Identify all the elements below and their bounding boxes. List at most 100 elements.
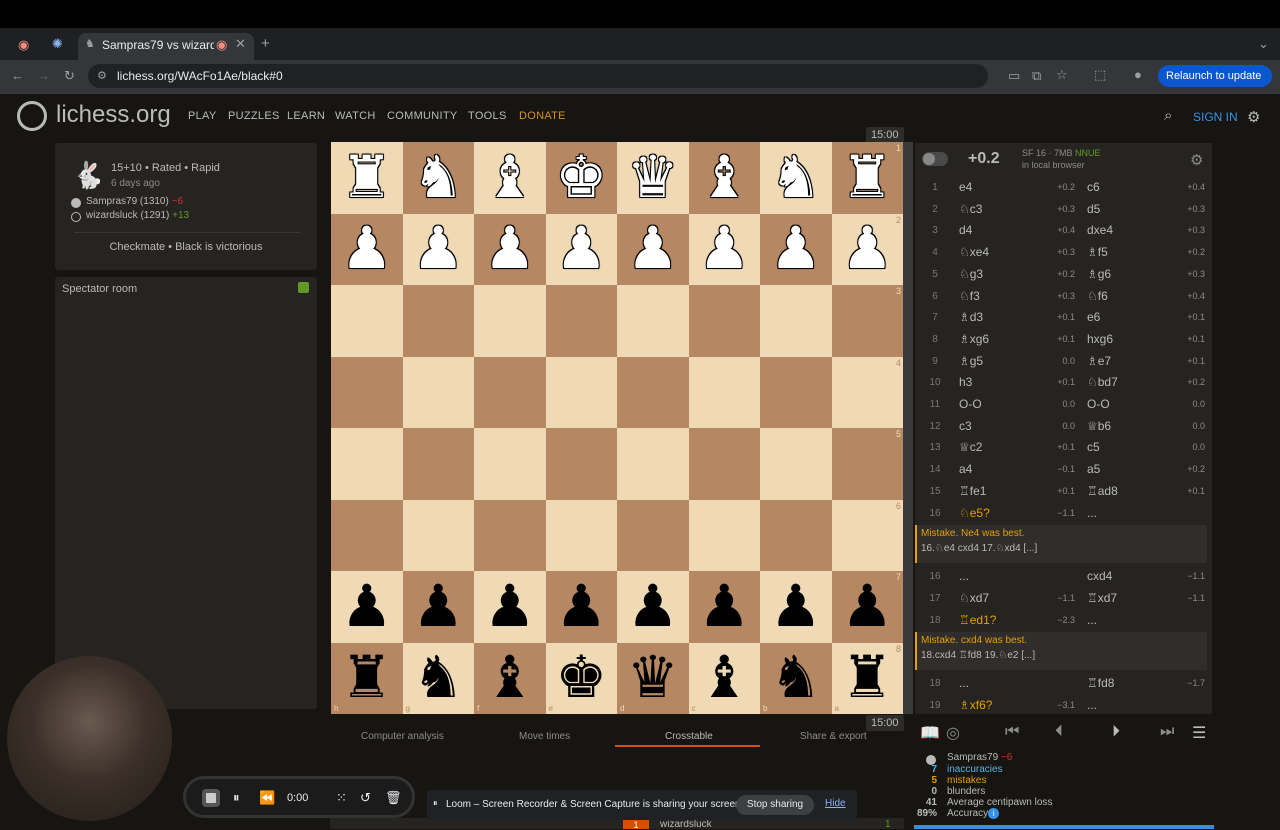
black-piece[interactable]: ♜ bbox=[341, 649, 393, 707]
black-move[interactable]: dxe4 bbox=[1087, 223, 1113, 237]
engine-settings-gear-icon[interactable]: ⚙ bbox=[1190, 151, 1203, 169]
board-square[interactable] bbox=[545, 356, 617, 428]
board-square[interactable] bbox=[331, 428, 403, 500]
info-icon[interactable]: i bbox=[988, 808, 999, 819]
white-move[interactable]: h3 bbox=[959, 375, 972, 389]
board-square[interactable] bbox=[474, 285, 546, 357]
practice-target-icon[interactable]: ◎ bbox=[946, 723, 960, 743]
white-move[interactable]: O-O bbox=[959, 397, 982, 411]
nav-donate[interactable]: DONATE bbox=[519, 110, 566, 122]
trash-icon[interactable]: 🗑 bbox=[385, 790, 402, 806]
white-move[interactable]: ♖ed1? bbox=[959, 613, 996, 627]
white-piece[interactable]: ♟ bbox=[555, 220, 607, 278]
board-square[interactable] bbox=[402, 356, 474, 428]
board-square[interactable] bbox=[688, 499, 760, 571]
board-square[interactable]: ♛ bbox=[617, 142, 689, 214]
last-move-icon[interactable]: ⏭ bbox=[1160, 723, 1174, 741]
search-icon[interactable]: ⌕ bbox=[1164, 107, 1172, 124]
sign-in-link[interactable]: SIGN IN bbox=[1193, 110, 1238, 124]
board-square[interactable] bbox=[545, 499, 617, 571]
forward-icon[interactable]: → bbox=[37, 68, 50, 83]
nav-watch[interactable]: WATCH bbox=[335, 110, 376, 122]
white-piece[interactable]: ♟ bbox=[627, 220, 679, 278]
black-piece[interactable]: ♝ bbox=[698, 649, 750, 707]
board-square[interactable] bbox=[688, 285, 760, 357]
white-piece[interactable]: ♞ bbox=[412, 148, 464, 207]
site-logo[interactable]: lichess.org bbox=[56, 101, 171, 129]
black-move[interactable]: ♗e7 bbox=[1087, 354, 1111, 368]
black-move[interactable]: hxg6 bbox=[1087, 332, 1113, 346]
black-move[interactable]: O-O bbox=[1087, 397, 1110, 411]
black-move[interactable]: ♘bd7 bbox=[1087, 375, 1118, 389]
stop-sharing-button[interactable]: Stop sharing bbox=[736, 795, 814, 815]
black-piece[interactable]: ♜ bbox=[841, 649, 893, 707]
board-square[interactable]: ♟ bbox=[331, 213, 403, 285]
white-move[interactable]: ♖fe1 bbox=[959, 484, 986, 498]
white-player-name[interactable]: Sampras79 bbox=[86, 196, 137, 207]
pause-icon[interactable]: ⏸ bbox=[233, 790, 240, 806]
site-info-icon[interactable]: ⚙ bbox=[97, 69, 107, 82]
bookmark-star-icon[interactable]: ☆ bbox=[1056, 67, 1068, 83]
next-move-icon[interactable]: ⏵ bbox=[1112, 723, 1120, 741]
board-square[interactable]: ♛ d bbox=[617, 642, 689, 714]
black-move[interactable]: c5 bbox=[1087, 440, 1100, 454]
black-piece[interactable]: ♚ bbox=[555, 649, 607, 707]
install-app-icon[interactable]: ⧉ bbox=[1032, 68, 1041, 84]
tab-computer-analysis[interactable]: Computer analysis bbox=[361, 731, 444, 742]
board-square[interactable]: ♟ 7 bbox=[831, 571, 903, 643]
tab-search-icon[interactable]: ⌄ bbox=[1258, 36, 1269, 52]
black-move[interactable]: ♖fd8 bbox=[1087, 676, 1114, 690]
white-move[interactable]: ... bbox=[959, 676, 969, 690]
board-square[interactable]: ♞ b bbox=[760, 642, 832, 714]
new-tab-icon[interactable]: + bbox=[261, 35, 270, 52]
white-piece[interactable]: ♜ bbox=[341, 148, 393, 207]
reload-icon[interactable]: ↻ bbox=[64, 68, 75, 84]
camera-icon[interactable]: ▭ bbox=[1008, 68, 1020, 84]
board-square[interactable]: ♜ 8 a bbox=[831, 642, 903, 714]
board-square[interactable]: ♟ bbox=[331, 571, 403, 643]
board-square[interactable]: ♟ bbox=[760, 213, 832, 285]
lichess-logo-icon[interactable] bbox=[17, 101, 47, 131]
board-square[interactable] bbox=[331, 285, 403, 357]
black-piece[interactable]: ♟ bbox=[770, 577, 822, 636]
black-player[interactable]: wizardsluck (1291) +13 bbox=[86, 210, 189, 221]
white-move[interactable]: ♘xd7 bbox=[959, 591, 989, 605]
webcam-bubble[interactable] bbox=[7, 656, 172, 821]
white-move[interactable]: a4 bbox=[959, 462, 972, 476]
white-piece[interactable]: ♟ bbox=[484, 220, 536, 278]
board-square[interactable] bbox=[617, 499, 689, 571]
board-square[interactable]: ♟ bbox=[617, 213, 689, 285]
white-piece[interactable]: ♞ bbox=[770, 148, 822, 207]
board-square[interactable] bbox=[402, 428, 474, 500]
nav-play[interactable]: PLAY bbox=[188, 110, 217, 122]
board-square[interactable]: ♜ 1 bbox=[831, 142, 903, 214]
extensions-icon[interactable]: ⬚ bbox=[1094, 67, 1106, 83]
white-move[interactable]: c3 bbox=[959, 419, 972, 433]
white-move[interactable]: ♗g5 bbox=[959, 354, 983, 368]
board-square[interactable]: ♟ bbox=[402, 571, 474, 643]
black-move[interactable]: c6 bbox=[1087, 180, 1100, 194]
board-square[interactable] bbox=[688, 428, 760, 500]
white-move[interactable]: ♘f3 bbox=[959, 289, 980, 303]
white-piece[interactable]: ♝ bbox=[698, 148, 750, 207]
board-square[interactable]: ♟ bbox=[402, 213, 474, 285]
hide-link[interactable]: Hide bbox=[825, 798, 846, 809]
black-piece[interactable]: ♞ bbox=[770, 649, 822, 707]
board-square[interactable] bbox=[760, 356, 832, 428]
nav-puzzles[interactable]: PUZZLES bbox=[228, 110, 280, 122]
white-move[interactable]: ♘g3 bbox=[959, 267, 983, 281]
settings-gear-icon[interactable]: ⚙ bbox=[1247, 108, 1260, 126]
board-square[interactable] bbox=[331, 499, 403, 571]
board-square[interactable]: ♟ bbox=[474, 571, 546, 643]
white-move[interactable]: ♗xf6? bbox=[959, 698, 992, 712]
board-square[interactable]: ♜ bbox=[331, 142, 403, 214]
nav-learn[interactable]: LEARN bbox=[287, 110, 325, 122]
white-piece[interactable]: ♟ bbox=[698, 220, 750, 278]
board-square[interactable]: 6 bbox=[831, 499, 903, 571]
black-move[interactable]: ... bbox=[1087, 698, 1097, 712]
board-square[interactable] bbox=[545, 285, 617, 357]
board-square[interactable] bbox=[617, 428, 689, 500]
white-move[interactable]: ♘e5? bbox=[959, 506, 990, 520]
board-square[interactable]: ♞ g bbox=[402, 642, 474, 714]
white-player[interactable]: Sampras79 (1310) −6 bbox=[86, 196, 183, 207]
